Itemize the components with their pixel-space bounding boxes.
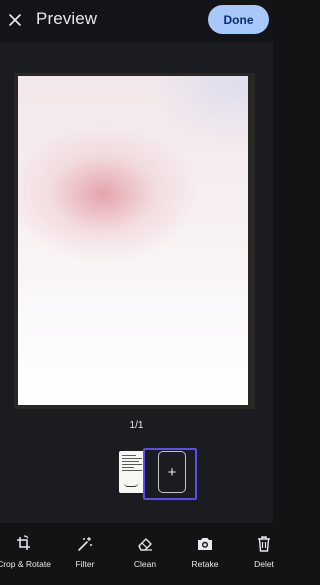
thumbnail-text-lines [122,455,142,473]
trash-icon [258,536,270,552]
retake-label: Retake [191,559,219,569]
retake-button[interactable]: Retake [175,535,235,575]
delete-label: Delet [254,559,274,569]
clean-button[interactable]: Clean [115,535,175,575]
delete-button[interactable]: Delet [234,535,294,575]
clean-label: Clean [133,559,157,569]
crop-rotate-label: Crop & Rotate [0,559,51,569]
plus-icon: + [167,463,177,481]
scanned-page-image [18,76,248,405]
crop-rotate-button[interactable]: Crop & Rotate [0,535,54,575]
add-page-button[interactable]: + [158,451,186,493]
thumbnail-signature [124,483,138,487]
camera-icon [198,538,212,550]
close-icon [9,14,21,26]
page-thumbnail[interactable] [119,451,145,493]
preview-stage: 1/1 + [0,42,273,523]
magic-wand-icon [78,537,92,551]
page-title: Preview [36,9,98,28]
bottom-toolbar: Crop & Rotate Filter Clean Retake Delet [0,523,274,585]
filter-button[interactable]: Filter [55,535,115,575]
filter-label: Filter [75,559,95,569]
done-button[interactable]: Done [208,5,269,34]
page-counter: 1/1 [129,420,144,431]
close-button[interactable] [6,9,24,31]
top-bar: Preview Done [0,0,273,42]
crop-rotate-icon [17,535,30,550]
eraser-icon [138,538,152,551]
document-preview[interactable] [14,73,255,409]
